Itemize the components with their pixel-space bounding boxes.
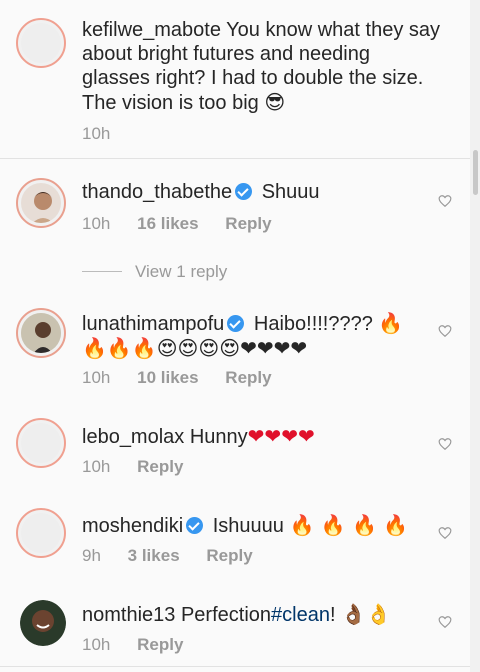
timestamp: 10h xyxy=(82,368,111,387)
likes-count[interactable]: 16 likes xyxy=(137,214,198,233)
username-link[interactable]: lebo_molax xyxy=(82,426,184,448)
avatar[interactable] xyxy=(16,18,66,68)
reply-button[interactable]: Reply xyxy=(225,368,271,387)
comment-text: moshendiki Ishuuuu 🔥 🔥 🔥 🔥 xyxy=(82,513,430,538)
comment-meta: 9h 3 likes Reply xyxy=(82,546,275,566)
comment-body: Shuuu xyxy=(261,181,320,203)
divider xyxy=(0,666,470,667)
avatar-photo xyxy=(32,192,54,223)
fire-emoji-icons: 🔥 🔥 🔥 🔥 xyxy=(289,513,409,537)
username-link[interactable]: nomthie13 xyxy=(82,604,175,626)
comment-meta: 10h xyxy=(82,124,132,144)
timestamp: 9h xyxy=(82,546,101,565)
comment-meta: 10h 16 likes Reply xyxy=(82,214,294,234)
verified-badge-icon xyxy=(227,315,245,332)
timestamp: 10h xyxy=(82,457,111,476)
username-link[interactable]: kefilwe_mabote xyxy=(82,19,221,41)
likes-count[interactable]: 3 likes xyxy=(128,546,180,565)
reply-button[interactable]: Reply xyxy=(206,546,252,565)
heart-outline-icon[interactable] xyxy=(438,324,452,338)
comment-punctuation: ! xyxy=(329,604,336,626)
reply-button[interactable]: Reply xyxy=(137,635,183,654)
comment-body: Haibo!!!!???? xyxy=(253,313,373,335)
comment-meta: 10h 10 likes Reply xyxy=(82,368,294,388)
scrollbar[interactable] xyxy=(470,0,480,672)
comment-body: Ishuuuu xyxy=(212,515,284,537)
avatar[interactable] xyxy=(16,178,66,228)
comment-meta: 10h Reply xyxy=(82,635,205,655)
view-replies-link[interactable]: View 1 reply xyxy=(135,262,227,282)
heart-outline-icon[interactable] xyxy=(438,437,452,451)
divider xyxy=(0,158,470,159)
heart-outline-icon[interactable] xyxy=(438,526,452,540)
heart-outline-icon[interactable] xyxy=(438,194,452,208)
timestamp: 10h xyxy=(82,124,111,143)
verified-badge-icon xyxy=(235,183,253,200)
avatar[interactable] xyxy=(16,508,66,558)
username-link[interactable]: lunathimampofu xyxy=(82,313,224,335)
heart-outline-icon[interactable] xyxy=(438,615,452,629)
avatar[interactable] xyxy=(16,418,66,468)
ok-hand-emoji-icons: 👌🏾👌 xyxy=(341,602,391,626)
avatar-photo xyxy=(21,313,61,353)
avatar[interactable] xyxy=(16,308,66,358)
comments-pane: kefilwe_mabote You know what they say ab… xyxy=(0,0,470,672)
comment-text: nomthie13 Perfection#clean! 👌🏾👌 xyxy=(82,602,430,627)
verified-badge-icon xyxy=(186,517,204,534)
scrollbar-thumb[interactable] xyxy=(473,150,478,195)
reply-button[interactable]: Reply xyxy=(225,214,271,233)
avatar[interactable] xyxy=(20,600,66,646)
username-link[interactable]: thando_thabethe xyxy=(82,181,232,203)
comment-text: thando_thabethe Shuuu xyxy=(82,180,430,204)
red-heart-emoji-icons: ❤❤❤❤ xyxy=(247,424,315,448)
likes-count[interactable]: 10 likes xyxy=(137,368,198,387)
comment-body: Hunny xyxy=(189,426,248,448)
view-replies-line xyxy=(82,271,122,272)
timestamp: 10h xyxy=(82,214,111,233)
comment-text: lunathimampofu Haibo!!!!???? 🔥 🔥🔥🔥😍😍😍😍❤❤… xyxy=(82,311,430,361)
avatar-photo xyxy=(20,600,66,646)
timestamp: 10h xyxy=(82,635,111,654)
reply-button[interactable]: Reply xyxy=(137,457,183,476)
comment-text: lebo_molax Hunny❤❤❤❤ xyxy=(82,424,430,449)
comment-meta: 10h Reply xyxy=(82,457,205,477)
comment-body: Perfection xyxy=(180,604,272,626)
username-link[interactable]: moshendiki xyxy=(82,515,183,537)
sunglasses-emoji-icon: 😎 xyxy=(264,90,286,114)
comment-text: kefilwe_mabote You know what they say ab… xyxy=(82,18,440,115)
hashtag-link[interactable]: #clean xyxy=(271,604,330,626)
